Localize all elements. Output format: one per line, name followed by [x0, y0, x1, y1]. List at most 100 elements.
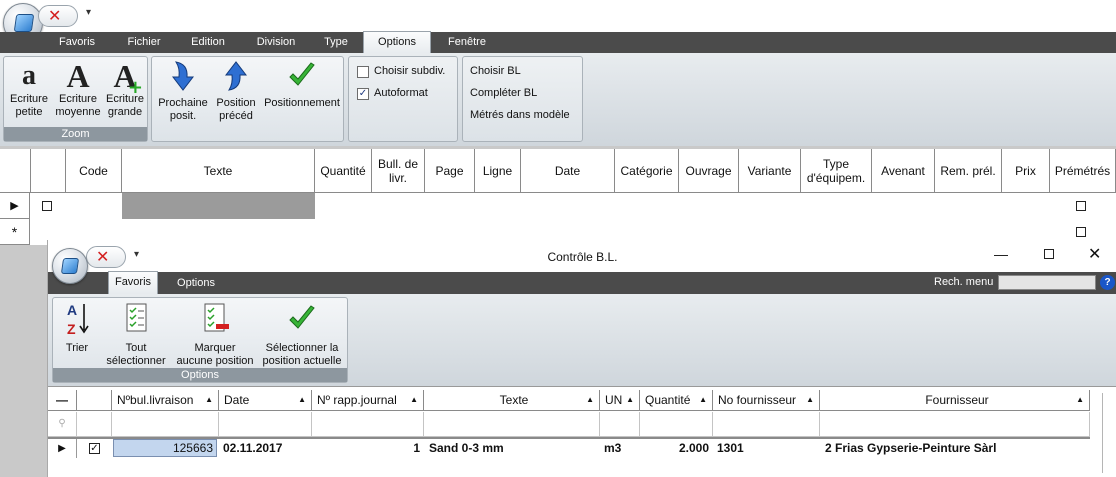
- positioning-button[interactable]: Positionnement: [260, 59, 344, 110]
- rapp-cell[interactable]: 1: [312, 439, 420, 457]
- col-date[interactable]: Date: [521, 149, 615, 193]
- filter-cell[interactable]: [820, 412, 1090, 437]
- sub-title-bar: ✕ ▾ Contrôle B.L. — ✕: [48, 240, 1116, 284]
- table-row[interactable]: ▶: [0, 193, 1116, 219]
- col-sub-date[interactable]: Date ▲: [219, 390, 312, 411]
- vertical-scrollbar[interactable]: [1102, 393, 1103, 473]
- no-fournisseur-cell[interactable]: 1301: [717, 439, 744, 457]
- filter-cell[interactable]: [77, 412, 112, 437]
- minimize-icon[interactable]: —: [994, 246, 1008, 262]
- tab-fenetre[interactable]: Fenêtre: [436, 32, 498, 53]
- col-premetres[interactable]: Prémétrés: [1050, 149, 1116, 193]
- col-un[interactable]: UN ▲: [600, 390, 640, 411]
- filter-cell[interactable]: [219, 412, 312, 437]
- row-checkbox[interactable]: [42, 201, 52, 211]
- tab-favoris[interactable]: Favoris: [48, 32, 106, 53]
- col-avenant[interactable]: Avenant: [872, 149, 935, 193]
- maximize-icon[interactable]: [1044, 249, 1054, 259]
- mark-none-button[interactable]: Marquer aucune position: [173, 300, 257, 368]
- col-categorie[interactable]: Catégorie: [615, 149, 679, 193]
- filter-icon[interactable]: ⚲: [48, 412, 77, 437]
- complete-bl-button[interactable]: Compléter BL: [470, 87, 537, 99]
- filter-cell[interactable]: [424, 412, 600, 437]
- col-sub-texte[interactable]: Texte ▲: [424, 390, 600, 411]
- premetres-checkbox[interactable]: [1076, 201, 1086, 211]
- undo-close-button[interactable]: ✕: [38, 5, 78, 27]
- col-code[interactable]: Code: [66, 149, 122, 193]
- bulletin-cell[interactable]: 125663: [113, 439, 217, 457]
- sort-arrow-icon: ▲: [298, 395, 306, 404]
- col-fournisseur[interactable]: Fournisseur ▲: [820, 390, 1090, 411]
- texte-cell[interactable]: [122, 193, 315, 219]
- texte-cell[interactable]: Sand 0-3 mm: [429, 439, 504, 457]
- search-menu-input[interactable]: [998, 275, 1096, 290]
- font-large-button[interactable]: A + Ecriture grande: [103, 59, 147, 119]
- select-all-label1: Tout: [125, 342, 147, 354]
- col-quantite[interactable]: Quantité: [315, 149, 372, 193]
- font-small-button[interactable]: a Ecriture petite: [6, 59, 52, 119]
- quantite-cell[interactable]: 2.000: [640, 439, 709, 457]
- select-all-button[interactable]: Tout sélectionner: [101, 300, 171, 368]
- font-large-icon: A +: [103, 59, 147, 98]
- previous-position-button[interactable]: Position précéd: [212, 59, 260, 123]
- date-cell[interactable]: 02.11.2017: [223, 439, 282, 457]
- filter-cell[interactable]: [112, 412, 219, 437]
- tab-type[interactable]: Type: [314, 32, 358, 53]
- header-corner: [0, 149, 31, 193]
- mark-none-icon: [204, 303, 229, 332]
- col-ligne[interactable]: Ligne: [475, 149, 521, 193]
- col-rapp-journal[interactable]: Nº rapp.journal ▲: [312, 390, 424, 411]
- new-row-premetres-checkbox[interactable]: [1076, 227, 1086, 237]
- col-page[interactable]: Page: [425, 149, 475, 193]
- col-ouvrage[interactable]: Ouvrage: [679, 149, 739, 193]
- zoom-group: a Ecriture petite A Ecriture moyenne A + …: [3, 56, 148, 142]
- col-rem-prel[interactable]: Rem. prél.: [935, 149, 1002, 193]
- row-selector-icon[interactable]: ▶: [48, 439, 77, 458]
- col-bull-livr[interactable]: Bull. de livr.: [372, 149, 425, 193]
- qat-dropdown-icon[interactable]: ▾: [86, 7, 91, 18]
- select-current-button[interactable]: Sélectionner la position actuelle: [257, 300, 347, 368]
- tab-edition[interactable]: Edition: [180, 32, 236, 53]
- autoformat-checkbox[interactable]: ✓: [357, 88, 369, 100]
- row-check-checkbox[interactable]: ✓: [89, 443, 100, 454]
- arrow-up-icon: [224, 61, 248, 91]
- font-medium-label2: moyenne: [55, 106, 101, 118]
- fournisseur-cell[interactable]: 2 Frias Gypserie-Peinture Sàrl: [825, 439, 996, 457]
- col-texte[interactable]: Texte: [122, 149, 315, 193]
- font-medium-button[interactable]: A Ecriture moyenne: [54, 59, 102, 119]
- filter-cell[interactable]: [600, 412, 640, 437]
- col-no-fournisseur[interactable]: No fournisseur ▲: [713, 390, 820, 411]
- sub-app-orb-icon[interactable]: [52, 248, 88, 284]
- sort-button[interactable]: AZ Trier: [57, 300, 97, 355]
- col-fournisseur-label: Fournisseur: [925, 393, 989, 407]
- filter-cell[interactable]: [312, 412, 424, 437]
- select-current-label2: position actuelle: [262, 355, 342, 367]
- row-selector-icon[interactable]: ▶: [0, 193, 30, 219]
- col-sub-quantite[interactable]: Quantité ▲: [640, 390, 713, 411]
- filter-cell[interactable]: [713, 412, 820, 437]
- col-prix[interactable]: Prix: [1002, 149, 1050, 193]
- next-position-label1: Prochaine: [158, 97, 208, 109]
- un-cell[interactable]: m3: [604, 439, 621, 457]
- col-type-equipement[interactable]: Type d'équipem.: [801, 149, 872, 193]
- sub-tab-options[interactable]: Options: [166, 272, 226, 293]
- col-variante[interactable]: Variante: [739, 149, 801, 193]
- help-icon[interactable]: ?: [1100, 275, 1115, 290]
- choose-bl-button[interactable]: Choisir BL: [470, 65, 521, 77]
- close-window-icon[interactable]: ✕: [1088, 244, 1101, 263]
- col-sub-date-label: Date: [224, 393, 250, 407]
- sort-arrow-icon: ▲: [626, 395, 634, 404]
- filter-cell[interactable]: [640, 412, 713, 437]
- grid-collapse-icon[interactable]: —: [48, 390, 77, 411]
- tab-options[interactable]: Options: [363, 31, 431, 54]
- next-position-button[interactable]: Prochaine posit.: [155, 59, 211, 123]
- metres-model-button[interactable]: Métrés dans modèle: [470, 109, 570, 121]
- sub-tab-favoris[interactable]: Favoris: [108, 271, 158, 294]
- grid-check-header: [77, 390, 112, 411]
- tab-fichier[interactable]: Fichier: [112, 32, 176, 53]
- sub-tab-bar: Favoris Options Rech. menu ?: [48, 271, 1116, 294]
- col-bulletin[interactable]: Nºbul.livraison ▲: [112, 390, 219, 411]
- tab-division[interactable]: Division: [242, 32, 310, 53]
- table-row[interactable]: ▶ ✓ 125663 02.11.2017 1 Sand 0-3 mm m3 2…: [48, 439, 1090, 458]
- choose-subdiv-checkbox[interactable]: [357, 66, 369, 78]
